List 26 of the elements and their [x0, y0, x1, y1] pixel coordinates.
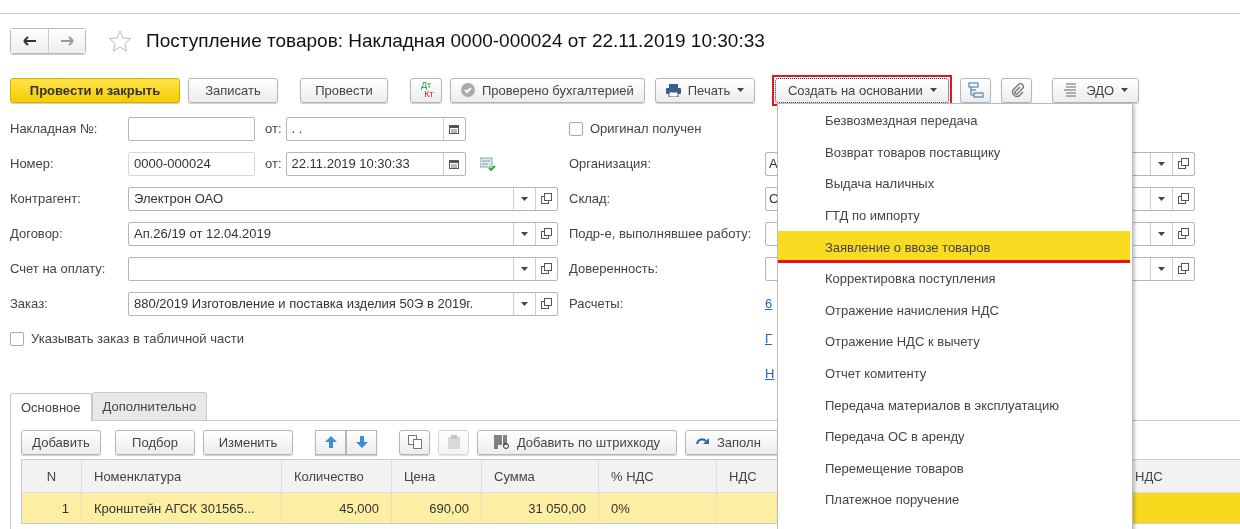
- window-title: Поступление товаров: Накладная 0000-000024 от 22.11.2019 10:30:33: [146, 30, 765, 52]
- column-header: Цена: [392, 460, 482, 492]
- field-label: Доверенность:: [569, 260, 660, 278]
- field-label: Заказ:: [10, 295, 49, 313]
- field-label: Склад:: [569, 190, 612, 208]
- table-cell: 0%: [599, 493, 717, 523]
- field-label: Счет на оплату:: [10, 260, 107, 278]
- table-cell: 45,000: [282, 493, 392, 523]
- table-cell: 690,00: [392, 493, 482, 523]
- field-label: Расчеты:: [569, 295, 625, 313]
- table-cell: 1: [22, 493, 82, 523]
- field-label: Организация:: [569, 155, 653, 173]
- column-header: N: [22, 460, 82, 492]
- field-label: Накладная №:: [10, 120, 99, 138]
- table-cell: 31 050,00: [482, 493, 599, 523]
- date-label: от:: [265, 121, 282, 136]
- date-label: от:: [265, 156, 282, 171]
- column-header: % НДС: [599, 460, 717, 492]
- field-label: Подр-е, выполнявшее работу:: [569, 225, 753, 243]
- column-header: Сумма: [482, 460, 599, 492]
- field-label: Номер:: [10, 155, 55, 173]
- field-label: Договор:: [10, 225, 64, 243]
- table-cell: Кронштейн АГСК 301565...: [82, 493, 282, 523]
- column-header: Количество: [282, 460, 392, 492]
- column-header: Номенклатура: [82, 460, 282, 492]
- field-label: Контрагент:: [10, 190, 82, 208]
